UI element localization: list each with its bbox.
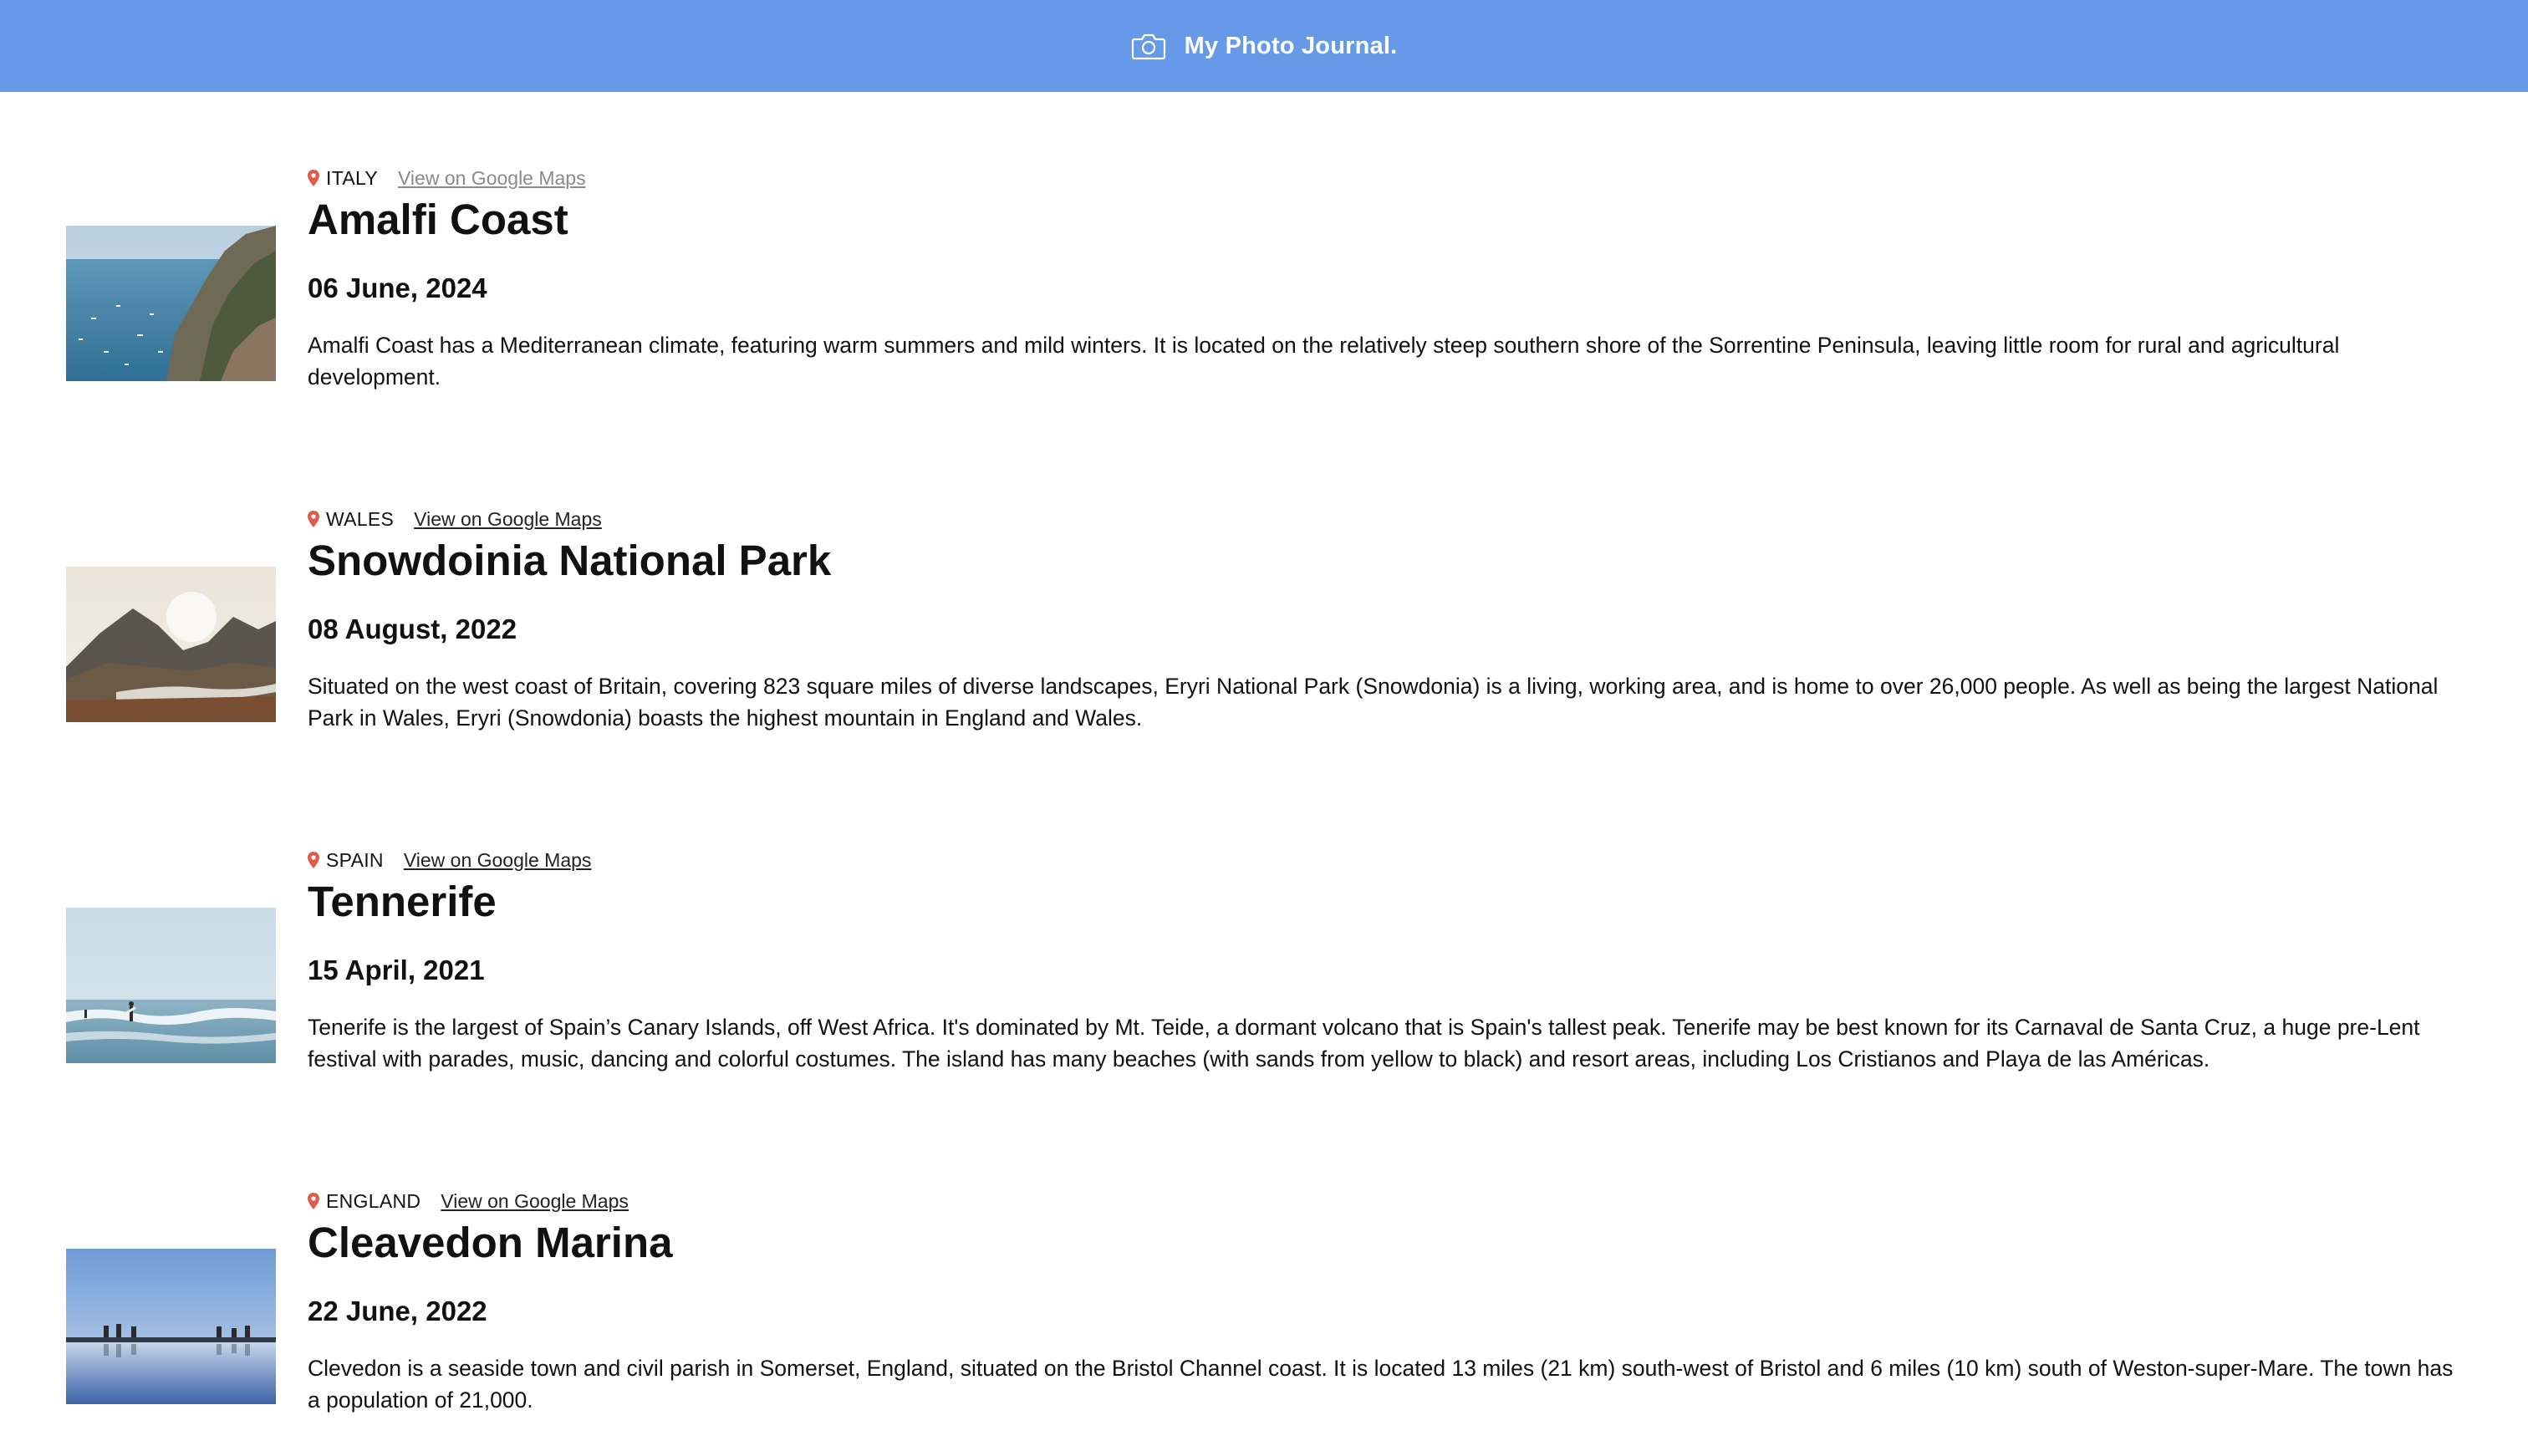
place-title: Tennerife [308, 878, 497, 925]
place-title: Amalfi Coast [308, 196, 568, 243]
google-maps-link[interactable]: View on Google Maps [414, 508, 602, 531]
location-pin-icon [308, 1193, 319, 1209]
entry-date: 22 June, 2022 [308, 1296, 487, 1326]
snowdonia-photo [66, 567, 276, 722]
entry-meta: ENGLAND View on Google Maps [308, 1189, 629, 1214]
journal-entry: WALES View on Google Maps Snowdoinia Nat… [0, 507, 2528, 774]
journal-entry: ITALY View on Google Maps Amalfi Coast 0… [0, 165, 2528, 433]
journal-entry: SPAIN View on Google Maps Tennerife 15 A… [0, 848, 2528, 1115]
amalfi-coast-photo [66, 226, 276, 381]
country-label: ITALY [326, 166, 378, 189]
entry-description: Situated on the west coast of Britain, c… [308, 674, 2439, 731]
country-label: ENGLAND [326, 1189, 421, 1212]
country-label: WALES [326, 507, 395, 530]
location-pin-icon [308, 852, 319, 868]
entry-meta: WALES View on Google Maps [308, 507, 602, 532]
location-pin-icon [308, 511, 319, 527]
entry-date: 06 June, 2024 [308, 272, 487, 303]
google-maps-link[interactable]: View on Google Maps [398, 167, 586, 190]
clevedon-photo [66, 1249, 276, 1404]
journal-entry: ENGLAND View on Google Maps Cleavedon Ma… [0, 1189, 2528, 1456]
entry-meta: ITALY View on Google Maps [308, 165, 586, 191]
app-title: My Photo Journal. [1184, 32, 1398, 59]
country-label: SPAIN [326, 848, 384, 871]
google-maps-link[interactable]: View on Google Maps [441, 1190, 629, 1213]
tenerife-photo [66, 908, 276, 1063]
location-pin-icon [308, 170, 319, 186]
camera-icon [1131, 33, 1165, 60]
entry-date: 08 August, 2022 [308, 613, 517, 644]
entry-date: 15 April, 2021 [308, 955, 485, 985]
entry-description: Clevedon is a seaside town and civil par… [308, 1356, 2454, 1413]
place-title: Snowdoinia National Park [308, 537, 832, 584]
entry-description: Amalfi Coast has a Mediterranean climate… [308, 333, 2340, 389]
google-maps-link[interactable]: View on Google Maps [404, 849, 592, 872]
place-title: Cleavedon Marina [308, 1219, 673, 1266]
entry-description: Tenerife is the largest of Spain’s Canar… [308, 1015, 2420, 1072]
app-header: My Photo Journal. [0, 0, 2528, 92]
entry-meta: SPAIN View on Google Maps [308, 848, 591, 873]
